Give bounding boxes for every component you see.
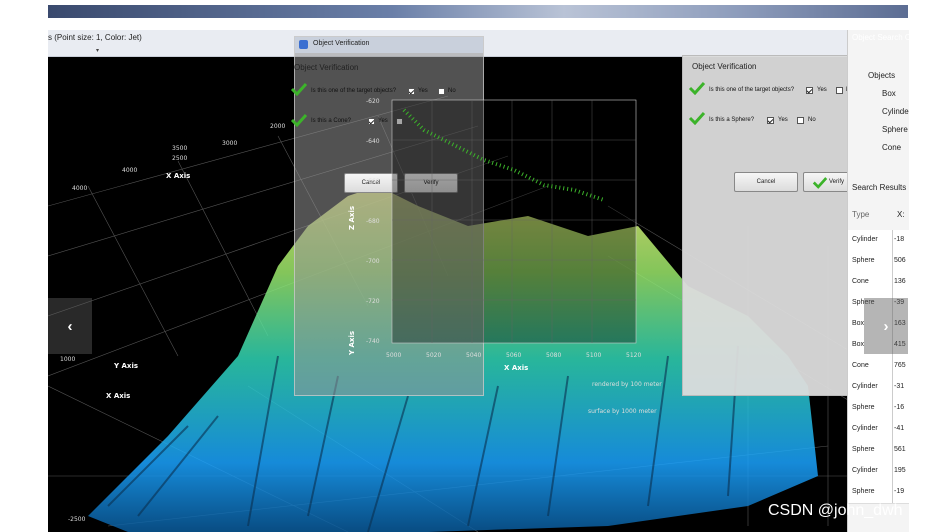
checkmark-icon: [688, 111, 706, 125]
x-tick: 5040: [466, 352, 481, 359]
object-search-panel: Object Search C Objects Box Cylinder Sph…: [847, 30, 909, 532]
browser-top-strip: [48, 5, 908, 18]
table-row[interactable]: Cylinder -41: [848, 419, 909, 441]
plot-footer-note: surface by 1000 meter: [588, 408, 657, 415]
y-tick: -700: [366, 258, 380, 265]
app-title: s (Point size: 1, Color: Jet): [48, 33, 142, 42]
col-type-header[interactable]: Type: [852, 210, 869, 219]
no-checkbox[interactable]: [836, 87, 843, 94]
tick-label: 1000: [60, 356, 75, 363]
tree-item-sphere[interactable]: Sphere: [882, 125, 908, 134]
x-tick: 5100: [586, 352, 601, 359]
axis-label: X Axis: [106, 392, 130, 400]
object-2d-plot[interactable]: -620 -640 -660 -680 -700 -720 -740 5000 …: [344, 90, 680, 390]
x-tick: 5000: [386, 352, 401, 359]
col-x-header[interactable]: X:: [897, 210, 905, 219]
results-label: Search Results: [852, 183, 907, 192]
z-axis-title: Z Axis: [348, 206, 356, 230]
checkmark-icon: [688, 81, 706, 95]
checkmark-icon: [290, 82, 308, 96]
panel-title: Object Search C: [852, 33, 909, 42]
scale-note: rendered by 100 meter: [592, 381, 662, 388]
x-axis-title: X Axis: [504, 364, 528, 372]
yes-checkbox[interactable]: [806, 87, 813, 94]
dialog-titlebar[interactable]: Object Verification: [295, 37, 483, 53]
section-heading: Object Verification: [692, 62, 757, 71]
tree-item-cone[interactable]: Cone: [882, 143, 901, 152]
tick-label: 4000: [122, 167, 137, 174]
question-target: Is this one of the target objects?: [709, 87, 795, 93]
y-tick: -620: [366, 98, 380, 105]
cancel-button[interactable]: Cancel: [734, 172, 798, 192]
tree-item-box[interactable]: Box: [882, 89, 896, 98]
dialog-title: Object Verification: [313, 40, 370, 47]
axis-label: X Axis: [166, 172, 190, 180]
app-icon: [299, 40, 308, 49]
table-row[interactable]: Cylinder 195: [848, 461, 909, 483]
yes-label: Yes: [778, 117, 788, 123]
table-row[interactable]: Sphere 506: [848, 251, 909, 273]
section-heading: Object Verification: [294, 63, 359, 72]
chevron-down-icon[interactable]: ▾: [96, 47, 99, 54]
y-tick: -720: [366, 298, 380, 305]
x-tick: 5020: [426, 352, 441, 359]
x-tick: 5060: [506, 352, 521, 359]
y-tick: -740: [366, 338, 380, 345]
tick-label: 2500: [172, 155, 187, 162]
checkmark-icon: [290, 113, 308, 127]
tick-label: 3000: [222, 140, 237, 147]
question-shape: Is this a Sphere?: [709, 117, 755, 123]
table-row[interactable]: Cylinder -18: [848, 230, 909, 252]
no-checkbox[interactable]: [797, 117, 804, 124]
watermark: CSDN @john_dwh: [768, 502, 903, 519]
tick-label: 3500: [172, 145, 187, 152]
x-tick: 5120: [626, 352, 641, 359]
yes-label: Yes: [817, 87, 827, 93]
axis-label: Y Axis: [113, 362, 138, 370]
tree-item-objects[interactable]: Objects: [868, 71, 895, 80]
table-row[interactable]: Sphere 561: [848, 440, 909, 462]
y-tick: -680: [366, 218, 380, 225]
table-row[interactable]: Sphere -16: [848, 398, 909, 420]
tick-label: 4000: [72, 185, 87, 192]
table-row[interactable]: Sphere -19: [848, 482, 909, 504]
verify-label: Verify: [828, 179, 844, 185]
tick-label: -2500: [68, 516, 86, 523]
table-row[interactable]: Cone 765: [848, 356, 909, 378]
y-axis-title: Y Axis: [348, 331, 356, 356]
checkmark-icon: [812, 177, 828, 189]
table-row[interactable]: Cylinder -31: [848, 377, 909, 399]
table-row[interactable]: Cone 136: [848, 272, 909, 294]
no-label: No: [808, 117, 816, 123]
y-tick: -640: [366, 138, 380, 145]
y-tick: -660: [366, 178, 380, 185]
carousel-prev-button[interactable]: ‹: [48, 298, 92, 354]
yes-checkbox[interactable]: [767, 117, 774, 124]
x-tick: 5080: [546, 352, 561, 359]
carousel-next-button[interactable]: ›: [864, 298, 908, 354]
tick-label: 2000: [270, 123, 285, 130]
tree-item-cylinder[interactable]: Cylinder: [882, 107, 909, 116]
